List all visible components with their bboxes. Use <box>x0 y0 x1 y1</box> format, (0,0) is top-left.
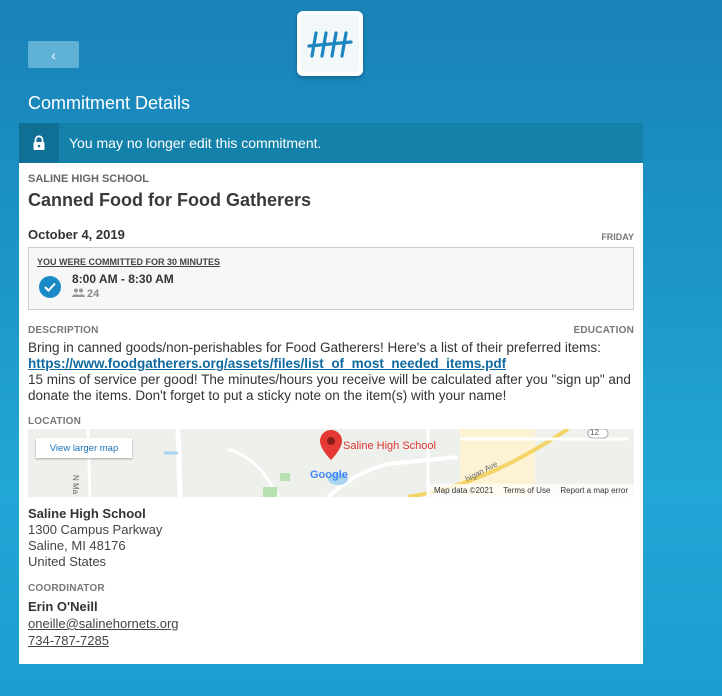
map-data-text: Map data ©2021 <box>434 486 494 495</box>
terms-of-use-link[interactable]: Terms of Use <box>503 486 550 495</box>
chevron-left-icon: ‹ <box>51 46 56 63</box>
map-pin-icon <box>320 430 342 465</box>
coordinator-name: Erin O'Neill <box>28 599 98 614</box>
location-name: Saline High School <box>28 506 146 521</box>
description-line-2: 15 mins of service per good! The minutes… <box>28 372 631 403</box>
page-title: Commitment Details <box>28 93 191 113</box>
notice-text: You may no longer edit this commitment. <box>69 135 322 151</box>
coordinator-email-link[interactable]: oneille@salinehornets.org <box>28 615 634 632</box>
volunteer-count: 24 <box>72 288 99 300</box>
road-number: 12 <box>590 429 599 437</box>
commitment-label: YOU WERE COMMITTED FOR 30 MINUTES <box>37 257 221 267</box>
coordinator-block: Erin O'Neill oneille@salinehornets.org 7… <box>28 598 634 649</box>
event-title: Canned Food for Food Gatherers <box>28 190 312 210</box>
items-list-link[interactable]: https://www.foodgatherers.org/assets/fil… <box>28 356 506 371</box>
google-logo: Google <box>310 469 348 481</box>
map-footer: Map data ©2021 Terms of Use Report a map… <box>428 484 634 497</box>
people-icon <box>72 288 85 300</box>
volunteer-count-value: 24 <box>87 288 100 300</box>
event-date: October 4, 2019 <box>28 227 125 242</box>
address-street: 1300 Campus Parkway <box>28 522 163 537</box>
description-line-1: Bring in canned goods/non-perishables fo… <box>28 340 601 355</box>
commitment-box: YOU WERE COMMITTED FOR 30 MINUTES 8:00 A… <box>28 247 634 310</box>
event-day: FRIDAY <box>601 232 634 242</box>
address-city: Saline, MI 48176 <box>28 538 126 553</box>
address-block: Saline High School 1300 Campus Parkway S… <box>28 506 634 570</box>
street-label-left: N Ma <box>71 475 80 495</box>
category-label: EDUCATION <box>573 325 634 336</box>
map-pin-label: Saline High School <box>343 440 436 452</box>
coordinator-phone-link[interactable]: 734-787-7285 <box>28 632 634 649</box>
description-text: Bring in canned goods/non-perishables fo… <box>28 340 634 404</box>
location-map[interactable]: 12 N Ma higan Ave View larger map Saline… <box>28 429 634 497</box>
locked-notice: You may no longer edit this commitment. <box>19 123 643 163</box>
back-button[interactable]: ‹ <box>28 41 79 68</box>
organization-name: SALINE HIGH SCHOOL <box>28 173 150 185</box>
commitment-card: You may no longer edit this commitment. … <box>19 123 643 664</box>
view-larger-map-button[interactable]: View larger map <box>36 438 132 458</box>
commitment-time: 8:00 AM - 8:30 AM <box>72 272 174 286</box>
address-country: United States <box>28 554 107 569</box>
check-icon <box>39 276 61 298</box>
app-logo <box>297 11 363 76</box>
coordinator-label: COORDINATOR <box>28 583 105 594</box>
report-map-error-link[interactable]: Report a map error <box>560 486 628 495</box>
location-label: LOCATION <box>28 416 82 427</box>
lock-icon <box>19 123 59 163</box>
description-label: DESCRIPTION <box>28 325 99 336</box>
